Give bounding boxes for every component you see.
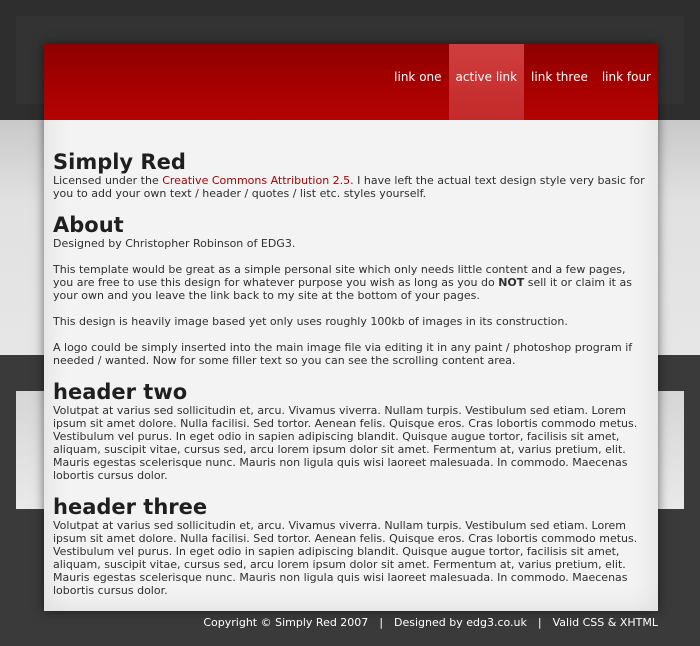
about-heading: About bbox=[53, 213, 124, 237]
footer-line: Copyright © Simply Red 2007 | Designed by … bbox=[203, 613, 658, 633]
header-three-heading: header three bbox=[53, 495, 208, 519]
about-paragraph-2: This template would be great as a simple… bbox=[53, 263, 645, 302]
page-container: link one active link link three link fou… bbox=[44, 44, 658, 611]
site-footer: Copyright © Simply Red 2007 | Designed by … bbox=[0, 613, 700, 633]
license-paragraph: Licensed under the Creative Commons Attr… bbox=[53, 174, 645, 200]
nav-link-four[interactable]: link four bbox=[595, 44, 658, 120]
license-prefix: Licensed under the bbox=[53, 174, 163, 187]
site-header: link one active link link three link fou… bbox=[44, 44, 658, 120]
footer-designed-link[interactable]: Designed by edg3.co.uk bbox=[394, 616, 527, 629]
footer-separator: | bbox=[379, 616, 384, 629]
footer-valid-link[interactable]: Valid CSS & XHTML bbox=[553, 616, 658, 629]
about-paragraph-4: A logo could be simply inserted into the… bbox=[53, 341, 633, 367]
about-p2-strong: NOT bbox=[498, 276, 525, 289]
header-three-paragraph: Volutpat at varius sed sollicitudin et, … bbox=[53, 519, 638, 597]
header-two-heading: header two bbox=[53, 380, 188, 404]
header-two-paragraph: Volutpat at varius sed sollicitudin et, … bbox=[53, 404, 638, 482]
main-nav: link one active link link three link fou… bbox=[387, 44, 658, 120]
nav-link-active[interactable]: active link bbox=[448, 44, 525, 120]
about-paragraph-1: Designed by Christopher Robinson of EDG3… bbox=[53, 237, 296, 250]
nav-link-three[interactable]: link three bbox=[524, 44, 595, 120]
license-link[interactable]: Creative Commons Attribution 2.5 bbox=[162, 174, 350, 187]
page-title: Simply Red bbox=[53, 150, 186, 174]
nav-link-one[interactable]: link one bbox=[387, 44, 448, 120]
main-content: Simply Red Licensed under the Creative C… bbox=[53, 150, 645, 610]
about-paragraph-3: This design is heavily image based yet o… bbox=[53, 315, 568, 328]
footer-copyright: Copyright © Simply Red 2007 bbox=[203, 616, 369, 629]
footer-separator: | bbox=[537, 616, 542, 629]
